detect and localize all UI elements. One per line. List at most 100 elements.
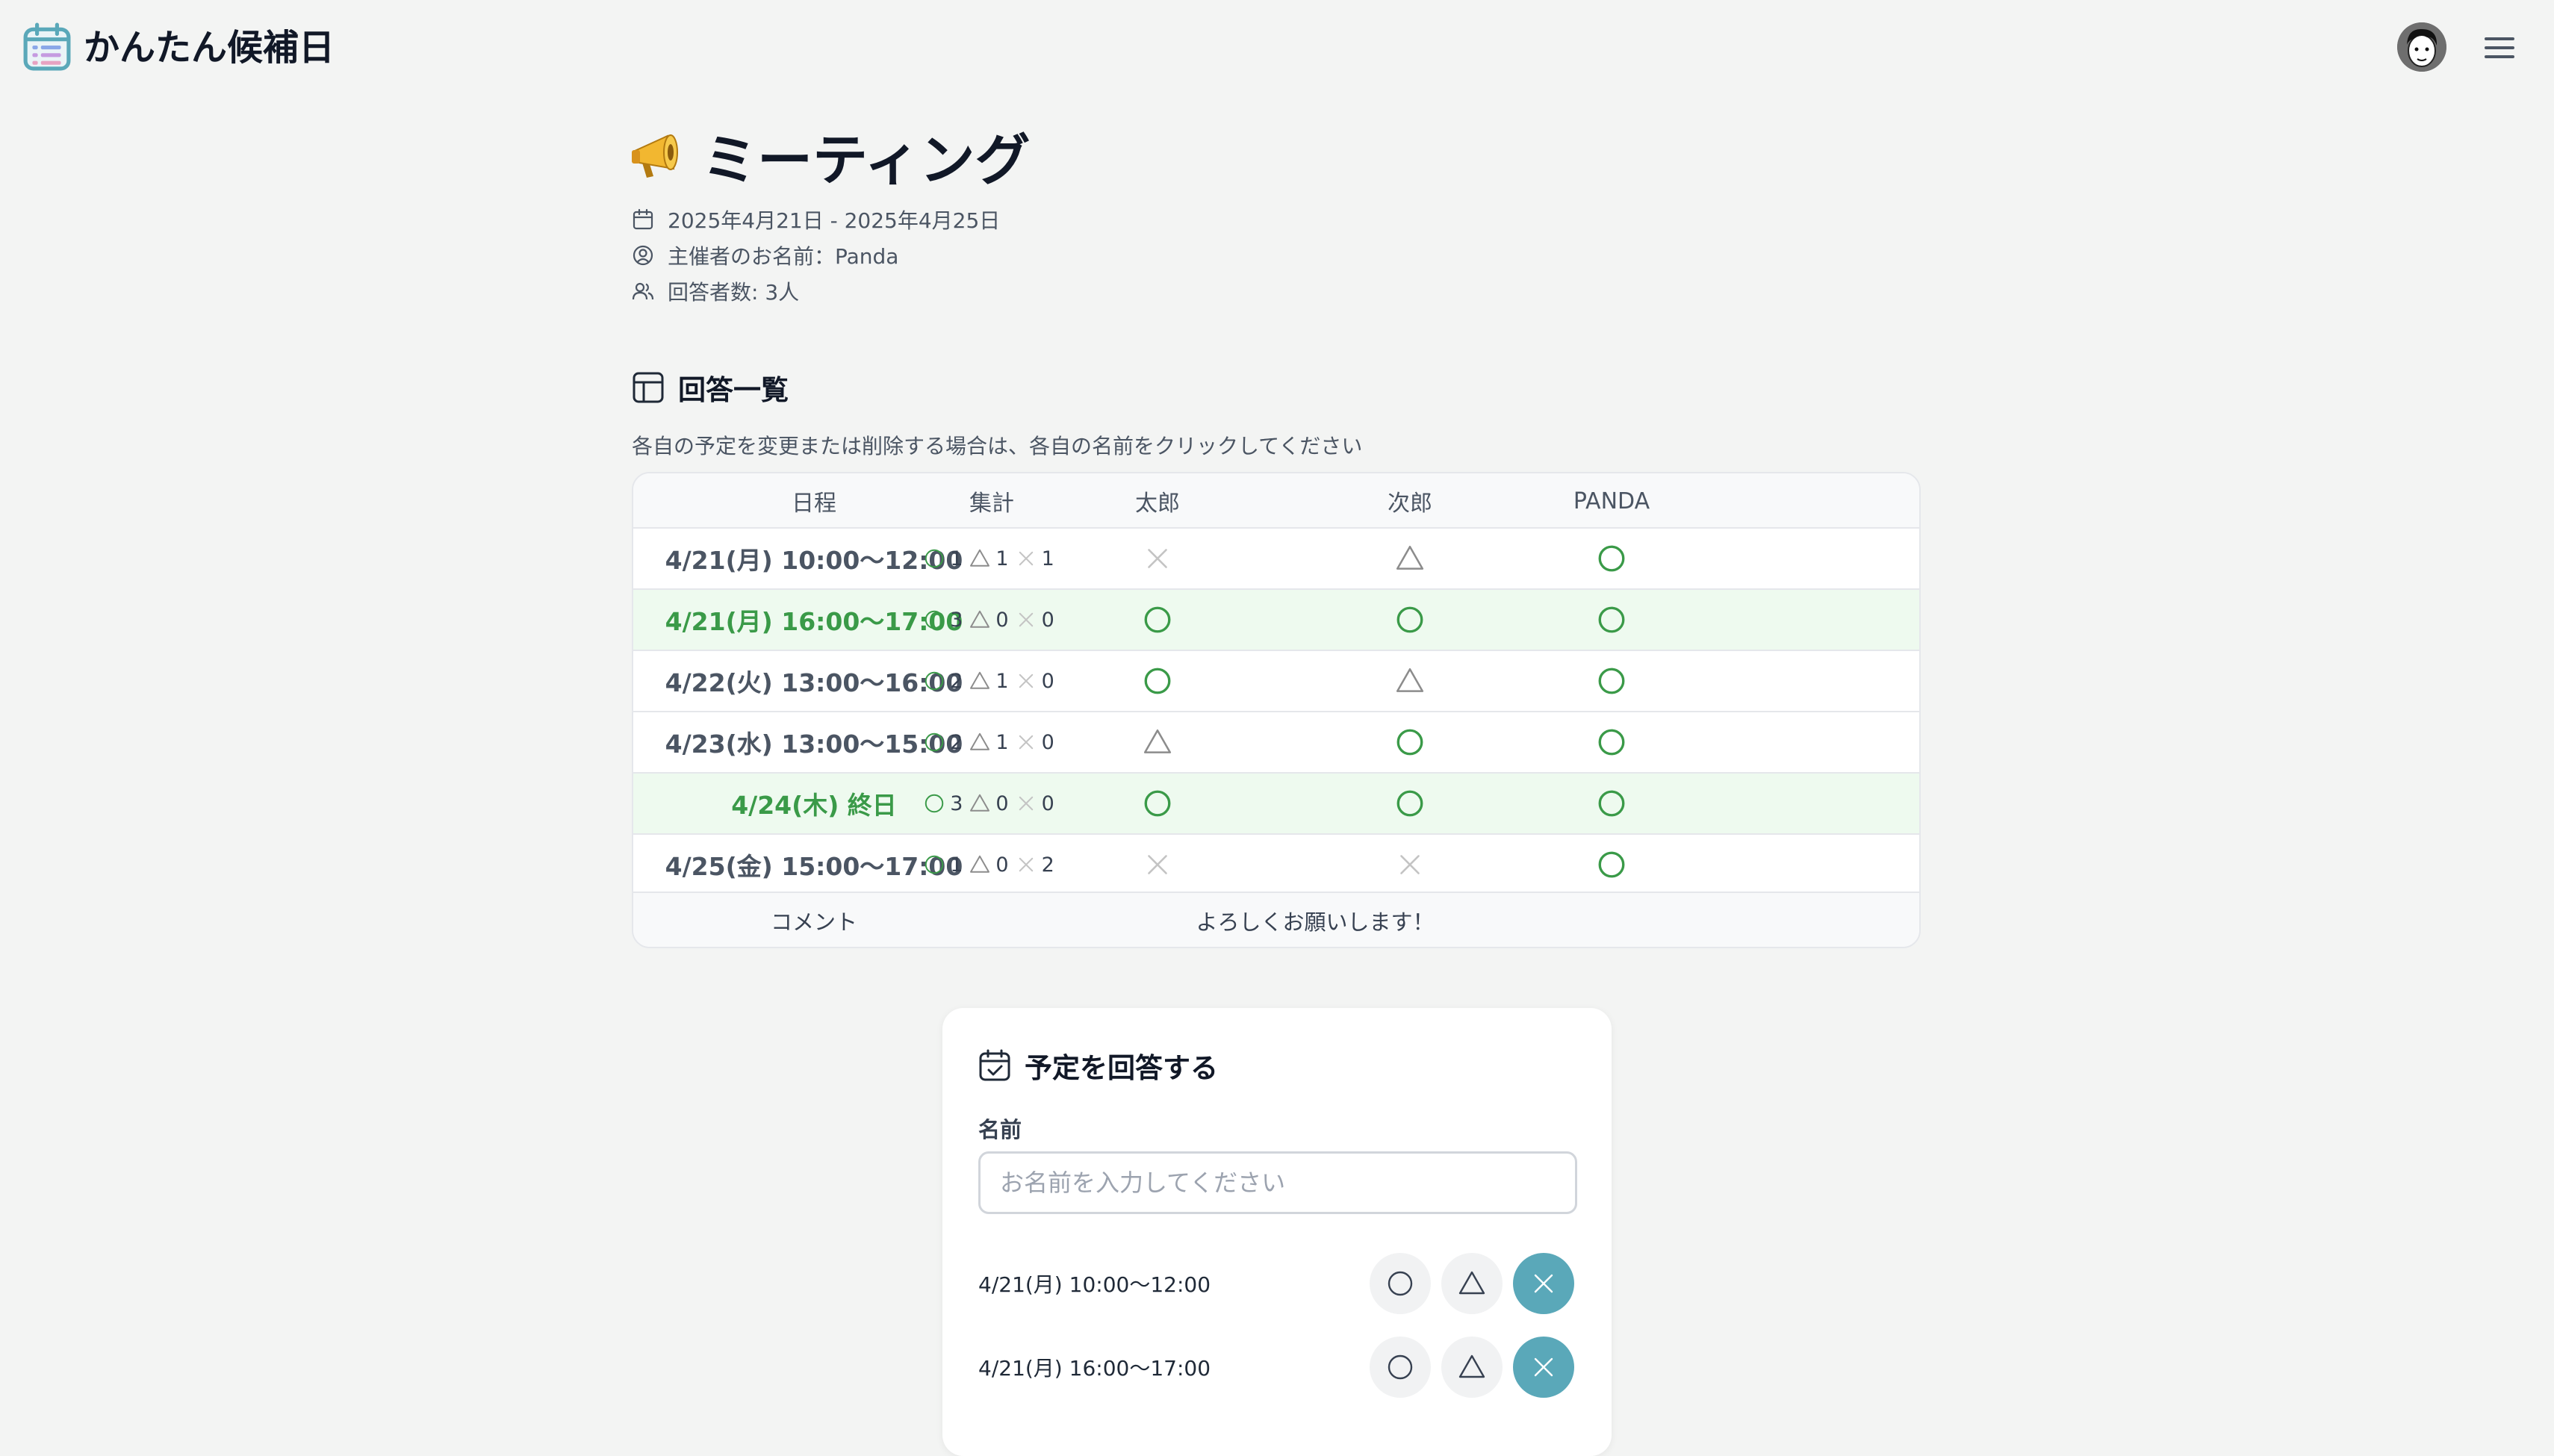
- table-header-row: 日程 集計 太郎 次郎 PANDA: [633, 473, 1919, 529]
- table-row: 4/24(木) 終日 3 0 0: [633, 772, 1919, 833]
- answer-ok-icon: [1522, 712, 1701, 772]
- summary-maybe: 0: [969, 608, 1009, 632]
- header-panda[interactable]: PANDA: [1522, 473, 1701, 529]
- answer-ok-icon: [1522, 590, 1701, 650]
- summary-ng: 0: [1015, 731, 1054, 754]
- answer-date: 4/21(月) 16:00〜17:00: [978, 1356, 1211, 1381]
- hamburger-menu-icon[interactable]: [2484, 33, 2515, 63]
- summary-ng: 0: [1015, 609, 1054, 632]
- ok-icon: [923, 853, 950, 876]
- user-circle-icon: [633, 245, 653, 266]
- answer-ok-icon: [1068, 590, 1247, 650]
- ng-icon: [1015, 853, 1042, 876]
- maybe-icon: [969, 731, 995, 753]
- summary-count: 2: [950, 669, 963, 693]
- summary-ok: 3: [923, 792, 963, 815]
- summary-ok: 1: [923, 547, 963, 570]
- ok-icon: [923, 547, 950, 570]
- users-icon: [632, 282, 654, 300]
- ng-button[interactable]: [1513, 1253, 1574, 1314]
- answer-ok-icon: [1068, 651, 1247, 711]
- answer-ok-icon: [1522, 774, 1701, 833]
- form-heading: 予定を回答する: [978, 1045, 1218, 1086]
- answer-ok-icon: [1068, 774, 1247, 833]
- answer-form: 予定を回答する 名前 4/21(月) 10:00〜12:00 4/21(月) 16…: [942, 1008, 1612, 1456]
- summary-count: 0: [1041, 669, 1054, 693]
- results-heading-text: 回答一覧: [678, 374, 789, 406]
- maybe-button[interactable]: [1441, 1337, 1503, 1398]
- table-row: 4/22(火) 13:00〜16:00 2 1 0: [633, 650, 1919, 711]
- calendar-logo-icon[interactable]: [22, 22, 72, 72]
- summary-ng: 1: [1015, 547, 1054, 570]
- summary-ng: 0: [1015, 792, 1054, 815]
- name-input[interactable]: [978, 1151, 1577, 1214]
- header-taro[interactable]: 太郎: [1068, 473, 1247, 529]
- maybe-icon: [969, 792, 995, 815]
- answer-ok-icon: [1522, 529, 1701, 588]
- summary-maybe: 0: [969, 791, 1009, 815]
- answer-ok-icon: [1522, 835, 1701, 895]
- event-organizer: 主催者のお名前：Panda: [632, 240, 898, 270]
- summary-maybe: 0: [969, 853, 1009, 877]
- summary-count: 0: [995, 791, 1009, 815]
- summary-ng: 0: [1015, 670, 1054, 693]
- ng-icon: [1015, 547, 1042, 570]
- maybe-icon: [969, 609, 995, 631]
- row-summary: 2 1 0: [902, 651, 1081, 711]
- ok-button[interactable]: [1370, 1253, 1431, 1314]
- ng-icon: [1015, 731, 1042, 753]
- summary-maybe: 1: [969, 669, 1009, 693]
- summary-count: 0: [995, 853, 1009, 877]
- answer-date: 4/21(月) 10:00〜12:00: [978, 1272, 1211, 1297]
- results-heading: 回答一覧: [632, 367, 789, 408]
- calendar-check-icon: [979, 1049, 1010, 1081]
- header-jiro[interactable]: 次郎: [1320, 473, 1500, 529]
- summary-ok: 2: [923, 670, 963, 693]
- answer-ok-icon: [1320, 774, 1500, 833]
- ng-icon: [1015, 792, 1042, 815]
- ok-icon: [923, 792, 950, 815]
- ng-icon: [1015, 670, 1042, 692]
- table-icon: [633, 372, 664, 403]
- header-summary: 集計: [969, 491, 1014, 517]
- event-respondents: 回答者数: 3人: [632, 276, 799, 306]
- ok-icon: [923, 609, 950, 631]
- answer-row: 4/21(月) 16:00〜17:00: [978, 1337, 1577, 1398]
- maybe-icon: [969, 547, 995, 570]
- respondents-text: 回答者数: 3人: [668, 280, 800, 305]
- ng-button[interactable]: [1513, 1337, 1574, 1398]
- ok-button[interactable]: [1370, 1337, 1431, 1398]
- answer-ng-icon: [1068, 835, 1247, 895]
- date-range-text: 2025年4月21日 - 2025年4月25日: [668, 208, 1001, 233]
- summary-ok: 3: [923, 609, 963, 632]
- table-row: 4/25(金) 15:00〜17:00 1 0 2: [633, 833, 1919, 895]
- user-avatar[interactable]: [2397, 22, 2446, 72]
- summary-count: 1: [950, 547, 963, 570]
- app-header: かんたん候補日: [0, 0, 2554, 96]
- summary-count: 0: [995, 608, 1009, 632]
- summary-count: 1: [995, 730, 1009, 754]
- summary-count: 1: [995, 669, 1009, 693]
- table-row: 4/21(月) 16:00〜17:00 3 0 0: [633, 588, 1919, 650]
- summary-count: 1: [1041, 547, 1054, 570]
- results-table: 日程 集計 太郎 次郎 PANDA 4/21(月) 10:00〜12:00 1 1 1…: [632, 472, 1921, 948]
- maybe-icon: [969, 670, 995, 692]
- answer-ng-icon: [1068, 529, 1247, 588]
- answer-ok-icon: [1320, 590, 1500, 650]
- summary-count: 3: [950, 608, 963, 632]
- summary-ng: 2: [1015, 853, 1054, 877]
- ok-icon: [923, 731, 950, 753]
- answer-maybe-icon: [1320, 529, 1500, 588]
- results-hint: 各自の予定を変更または削除する場合は、各自の名前をクリックしてください: [632, 434, 1363, 458]
- maybe-button[interactable]: [1441, 1253, 1503, 1314]
- row-summary: 1 1 1: [902, 529, 1081, 588]
- answer-ng-icon: [1320, 835, 1500, 895]
- summary-ok: 2: [923, 731, 963, 754]
- answer-maybe-icon: [1320, 651, 1500, 711]
- app-title[interactable]: かんたん候補日: [84, 21, 335, 75]
- answer-row: 4/21(月) 10:00〜12:00: [978, 1253, 1577, 1314]
- summary-count: 3: [950, 791, 963, 815]
- comment-text: よろしくお願いします！: [1196, 909, 1435, 935]
- summary-count: 1: [995, 547, 1009, 570]
- maybe-icon: [969, 853, 995, 876]
